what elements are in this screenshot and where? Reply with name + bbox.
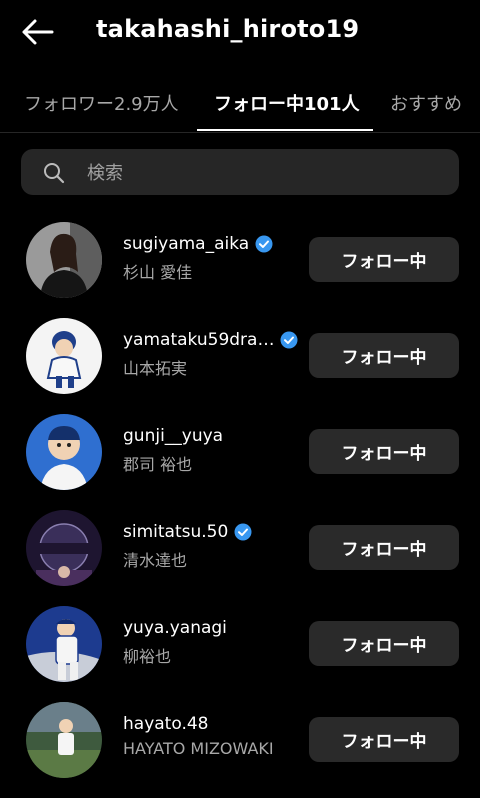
list-item[interactable]: yamataku59dra… 山本拓実 フォロー中 (0, 318, 480, 414)
full-name: 柳裕也 (123, 647, 172, 666)
verified-badge-icon (234, 523, 252, 541)
following-button[interactable]: フォロー中 (309, 429, 459, 474)
full-name: HAYATO MIZOWAKI (123, 739, 274, 758)
username[interactable]: yuya.yanagi (123, 618, 227, 638)
avatar[interactable] (26, 702, 102, 778)
search-bar[interactable] (21, 149, 459, 197)
full-name: 山本拓実 (123, 359, 188, 378)
following-button[interactable]: フォロー中 (309, 525, 459, 570)
avatar[interactable] (26, 222, 102, 298)
list-item[interactable]: yuya.yanagi 柳裕也 フォロー中 (0, 606, 480, 702)
top-bar: takahashi_hiroto19 (0, 0, 480, 62)
tab-suggested[interactable]: おすすめ (390, 90, 462, 116)
avatar[interactable] (26, 510, 102, 586)
search-input[interactable] (85, 149, 449, 197)
full-name: 郡司 裕也 (123, 455, 193, 474)
avatar[interactable] (26, 606, 102, 682)
following-button[interactable]: フォロー中 (309, 237, 459, 282)
back-arrow-icon[interactable] (20, 16, 56, 48)
username[interactable]: gunji__yuya (123, 426, 223, 446)
avatar[interactable] (26, 318, 102, 394)
following-button[interactable]: フォロー中 (309, 333, 459, 378)
verified-badge-icon (255, 235, 273, 253)
page-title: takahashi_hiroto19 (96, 15, 360, 43)
tab-followers[interactable]: フォロワー2.9万人 (24, 90, 179, 116)
username[interactable]: sugiyama_aika (123, 234, 273, 254)
full-name: 清水達也 (123, 551, 188, 570)
list-item[interactable]: hayato.48 HAYATO MIZOWAKI フォロー中 (0, 702, 480, 798)
list-item[interactable]: gunji__yuya 郡司 裕也 フォロー中 (0, 414, 480, 510)
following-button[interactable]: フォロー中 (309, 621, 459, 666)
list-item[interactable]: sugiyama_aika 杉山 愛佳 フォロー中 (0, 222, 480, 318)
active-tab-indicator (197, 129, 373, 131)
verified-badge-icon (280, 331, 298, 349)
avatar[interactable] (26, 414, 102, 490)
following-button[interactable]: フォロー中 (309, 717, 459, 762)
search-icon (43, 162, 65, 184)
full-name: 杉山 愛佳 (123, 263, 193, 282)
list-item[interactable]: simitatsu.50 清水達也 フォロー中 (0, 510, 480, 606)
tab-bar: フォロワー2.9万人 フォロー中101人 おすすめ (0, 72, 480, 133)
username[interactable]: yamataku59dra… (123, 330, 298, 350)
tab-following[interactable]: フォロー中101人 (214, 90, 360, 116)
username[interactable]: simitatsu.50 (123, 522, 252, 542)
username[interactable]: hayato.48 (123, 714, 208, 734)
